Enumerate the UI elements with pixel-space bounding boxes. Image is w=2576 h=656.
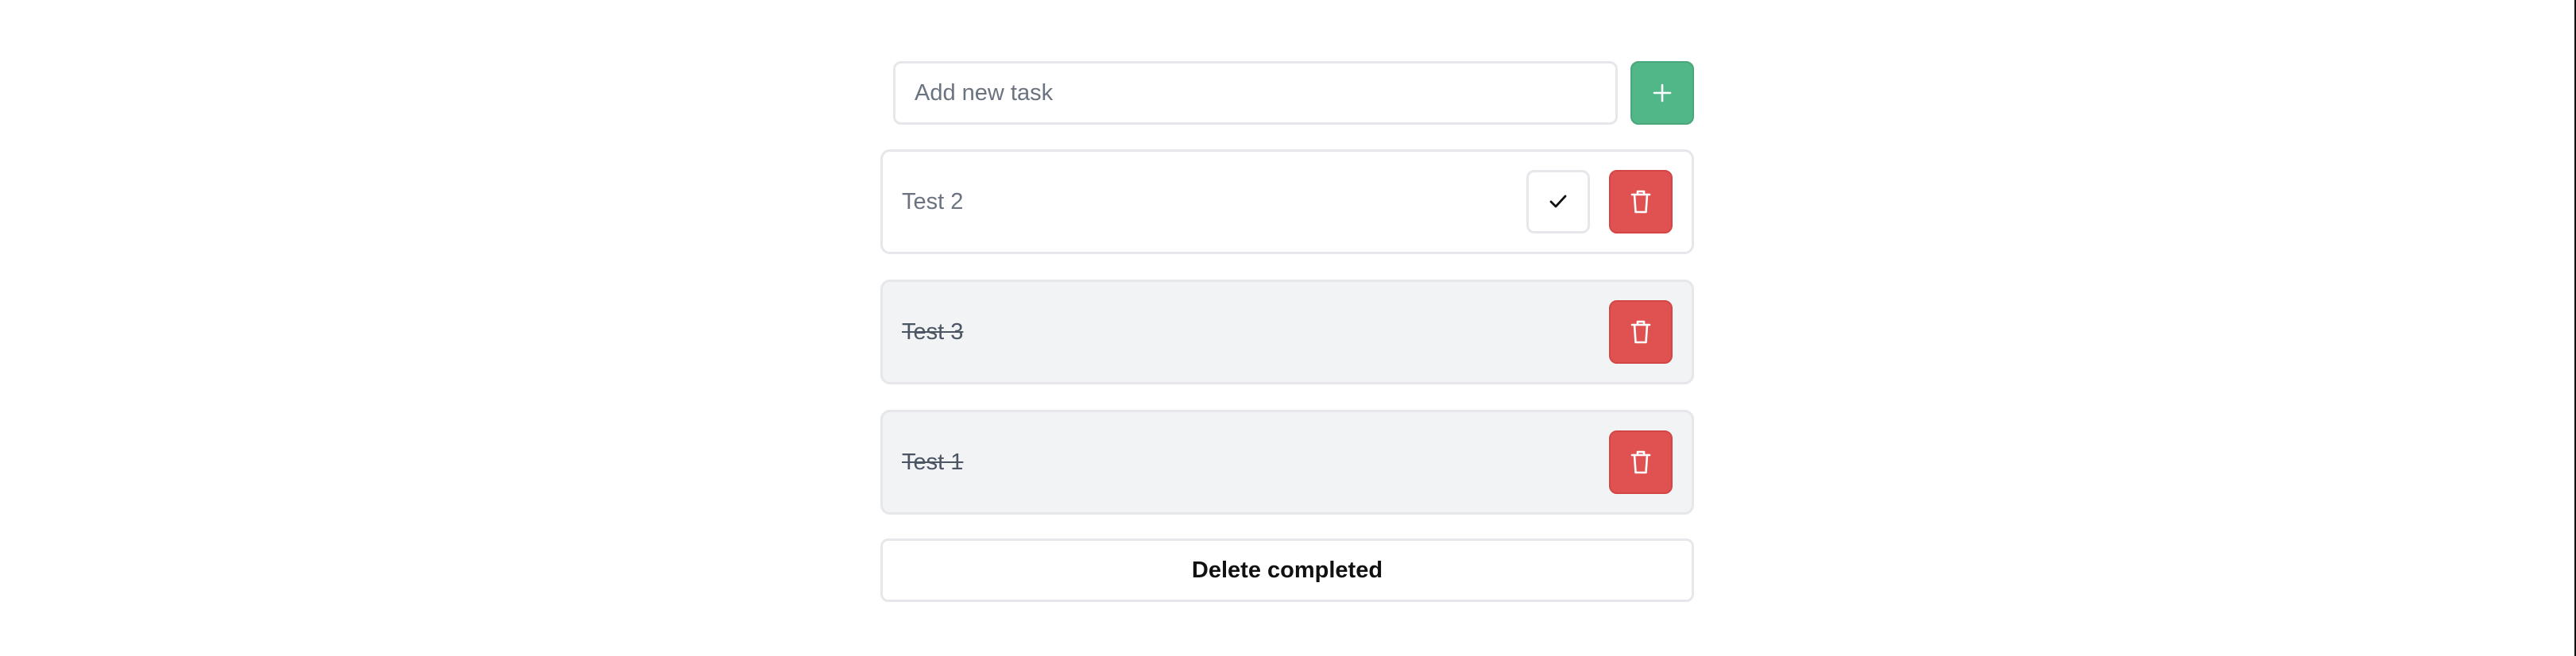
- task-list: Test 2 Test 3 Test 1: [880, 149, 1694, 515]
- trash-icon: [1630, 450, 1651, 474]
- task-text: Test 2: [902, 188, 964, 214]
- delete-task-button[interactable]: [1609, 170, 1673, 233]
- delete-task-button[interactable]: [1609, 300, 1673, 364]
- add-task-input[interactable]: [893, 61, 1618, 125]
- add-task-row: [893, 60, 1694, 125]
- complete-task-button[interactable]: [1526, 170, 1590, 233]
- trash-icon: [1630, 190, 1651, 214]
- delete-completed-button[interactable]: Delete completed: [880, 538, 1694, 602]
- task-text: Test 1: [902, 449, 964, 475]
- todo-app: Test 2 Test 3: [880, 60, 1694, 602]
- plus-icon: [1653, 83, 1672, 102]
- delete-task-button[interactable]: [1609, 430, 1673, 494]
- task-text: Test 3: [902, 318, 964, 345]
- add-task-button[interactable]: [1630, 61, 1694, 125]
- task-item: Test 2: [880, 149, 1694, 254]
- check-icon: [1549, 195, 1567, 208]
- task-item: Test 1: [880, 410, 1694, 515]
- trash-icon: [1630, 320, 1651, 344]
- task-item: Test 3: [880, 280, 1694, 384]
